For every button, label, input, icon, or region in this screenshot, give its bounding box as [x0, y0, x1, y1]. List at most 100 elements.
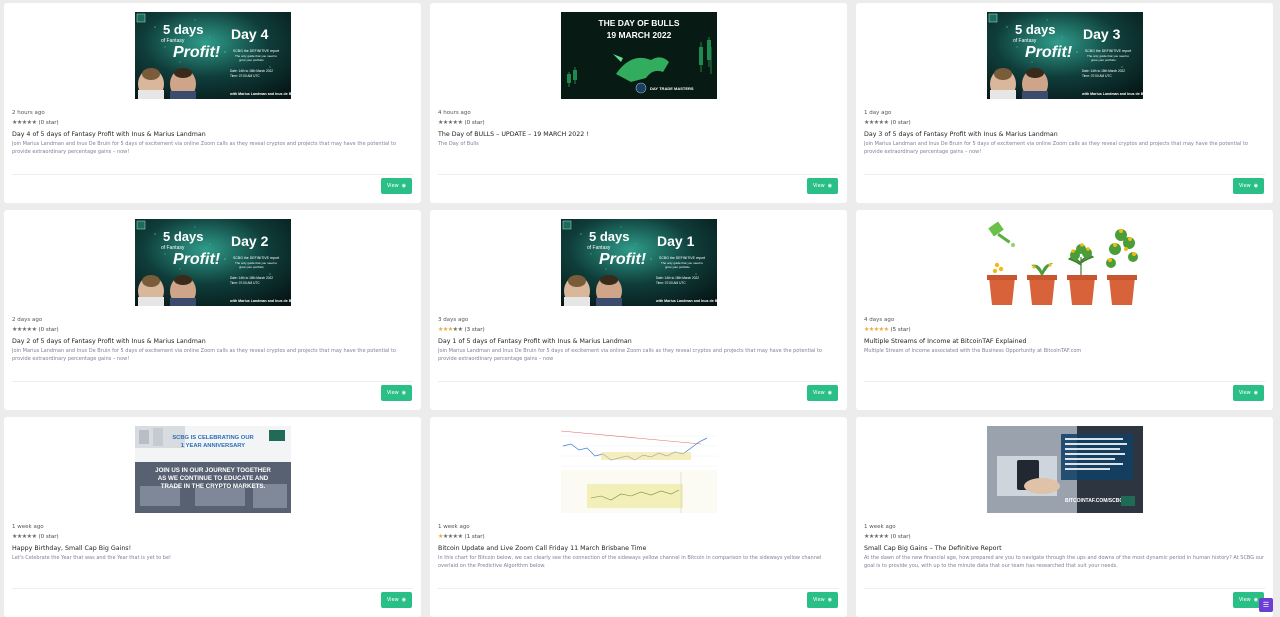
rating-count: (0 star) [464, 120, 485, 126]
article-title[interactable]: The Day of BULLS – UPDATE – 19 MARCH 202… [438, 129, 839, 140]
article-card: 5 days of Fantasy Profit! Day 3 SCBG the… [856, 3, 1273, 203]
posted-time: 4 days ago [864, 317, 895, 323]
view-button[interactable]: View ◉ [807, 592, 838, 608]
article-title[interactable]: Bitcoin Update and Live Zoom Call Friday… [438, 543, 839, 554]
article-card: 5 days of Fantasy Profit! Day 4 SCBG the… [4, 3, 421, 203]
article-description: Join Marius Landman and Inus De Bruin fo… [12, 141, 396, 155]
chat-icon: ☰ [1262, 601, 1270, 609]
svg-text:DAY TRADE MASTERS: DAY TRADE MASTERS [650, 86, 694, 91]
card-divider [864, 174, 1265, 175]
view-label: View [386, 597, 399, 603]
article-title[interactable]: Day 3 of 5 days of Fantasy Profit with I… [864, 129, 1265, 140]
star-icons: ★★★★★ [864, 532, 889, 542]
star-icon[interactable]: ★ [458, 119, 463, 126]
article-description: Join Marius Landman and Inus De Bruin fo… [438, 348, 822, 362]
article-thumbnail[interactable]: 5 days of Fantasy Profit! Day 4 SCBG the… [134, 12, 291, 99]
view-label: View [812, 183, 825, 189]
article-description: Join Marius Landman and Inus De Bruin fo… [12, 348, 396, 362]
view-button[interactable]: View ◉ [807, 178, 838, 194]
star-icons: ★★★★★ [438, 532, 463, 542]
article-card: 5 days of Fantasy Profit! Day 2 SCBG the… [4, 210, 421, 410]
svg-text:grow your portfolio: grow your portfolio [239, 265, 264, 269]
view-button[interactable]: View ◉ [381, 385, 412, 401]
article-thumbnail[interactable] [560, 426, 717, 513]
eye-icon: ◉ [1253, 183, 1259, 189]
view-label: View [386, 183, 399, 189]
svg-text:BITCOINTAF.COM/SCBG: BITCOINTAF.COM/SCBG [1065, 498, 1123, 504]
article-thumbnail[interactable]: 5 days of Fantasy Profit! Day 2 SCBG the… [134, 219, 291, 306]
article-title[interactable]: Happy Birthday, Small Cap Big Gains! [12, 543, 413, 554]
rating-count: (0 star) [38, 120, 59, 126]
rating-count: (3 star) [464, 327, 485, 333]
star-icon[interactable]: ★ [884, 326, 889, 333]
article-thumbnail[interactable]: THE DAY OF BULLS 19 MARCH 2022 DAY TRADE… [560, 12, 717, 99]
article-description: The Day of Bulls [438, 141, 479, 147]
star-rating: ★★★★★ (0 star) [12, 325, 413, 335]
article-thumbnail[interactable]: BITCOINTAF.COM/SCBG [986, 426, 1143, 513]
article-title[interactable]: Small Cap Big Gains – The Definitive Rep… [864, 543, 1265, 554]
article-thumbnail[interactable]: 5 days of Fantasy Profit! Day 3 SCBG the… [986, 12, 1143, 99]
chat-widget-button[interactable]: ☰ [1259, 598, 1273, 612]
article-title[interactable]: Day 1 of 5 days of Fantasy Profit with I… [438, 336, 839, 347]
article-title[interactable]: Day 4 of 5 days of Fantasy Profit with I… [12, 129, 413, 140]
eye-icon: ◉ [1253, 390, 1259, 396]
svg-text:Profit!: Profit! [173, 44, 221, 61]
svg-text:AS WE CONTINUE TO EDUCATE AND: AS WE CONTINUE TO EDUCATE AND [157, 475, 268, 482]
article-meta: 1 week ago ★★★★★ (1 star) Bitcoin Update… [438, 523, 839, 570]
star-icon[interactable]: ★ [32, 119, 37, 126]
fantasy-logo-text-5days: 5 days [1015, 22, 1055, 37]
article-meta: 1 day ago ★★★★★ (0 star) Day 3 of 5 days… [864, 109, 1265, 156]
article-thumbnail[interactable]: SCBG IS CELEBRATING OUR 1 YEAR ANNIVERSA… [134, 426, 291, 513]
article-title[interactable]: Multiple Streams of Income at BitcoinTAF… [864, 336, 1265, 347]
view-button[interactable]: View ◉ [381, 178, 412, 194]
svg-text:with Marius Landman and Inus d: with Marius Landman and Inus de Bruin [1081, 92, 1143, 96]
star-icon[interactable]: ★ [32, 326, 37, 333]
star-icon[interactable]: ★ [884, 119, 889, 126]
posted-time: 1 week ago [438, 524, 470, 530]
star-rating: ★★★★★ (3 star) [438, 325, 839, 335]
svg-text:Profit!: Profit! [599, 251, 647, 268]
article-thumbnail[interactable]: 5 days of Fantasy Profit! Day 1 SCBG the… [560, 219, 717, 306]
star-rating: ★★★★★ (0 star) [12, 532, 413, 542]
view-button[interactable]: View ◉ [807, 385, 838, 401]
day-label-text: Day 4 [231, 26, 269, 42]
fantasy-logo-text-5days: 5 days [589, 229, 629, 244]
svg-text:grow your portfolio: grow your portfolio [1091, 58, 1116, 62]
card-divider [12, 588, 413, 589]
star-icons: ★★★★★ [12, 118, 37, 128]
view-button[interactable]: View ◉ [1233, 178, 1264, 194]
posted-time: 4 hours ago [438, 110, 471, 116]
posted-time: 1 week ago [864, 524, 896, 530]
article-card: THE DAY OF BULLS 19 MARCH 2022 DAY TRADE… [430, 3, 847, 203]
rating-count: (5 star) [890, 327, 911, 333]
article-description: Multiple Stream of Income associated wit… [864, 348, 1082, 354]
star-icon[interactable]: ★ [458, 533, 463, 540]
article-meta: 2 hours ago ★★★★★ (0 star) Day 4 of 5 da… [12, 109, 413, 156]
rating-count: (1 star) [464, 534, 485, 540]
svg-text:Date: 14th to 18th March 2022: Date: 14th to 18th March 2022 [1082, 69, 1125, 73]
svg-text:with Marius Landman and Inus d: with Marius Landman and Inus de Bruin [655, 299, 717, 303]
star-icons: ★★★★★ [12, 532, 37, 542]
view-button[interactable]: View ◉ [1233, 385, 1264, 401]
star-rating: ★★★★★ (0 star) [438, 118, 839, 128]
article-meta: 1 week ago ★★★★★ (0 star) Happy Birthday… [12, 523, 413, 570]
eye-icon: ◉ [401, 183, 407, 189]
card-divider [438, 381, 839, 382]
article-meta: 4 days ago ★★★★★ (5 star) Multiple Strea… [864, 316, 1265, 363]
eye-icon: ◉ [401, 597, 407, 603]
star-rating: ★★★★★ (0 star) [12, 118, 413, 128]
view-button[interactable]: View ◉ [381, 592, 412, 608]
posted-time: 1 day ago [864, 110, 892, 116]
view-label: View [812, 390, 825, 396]
star-icon[interactable]: ★ [458, 326, 463, 333]
star-icons: ★★★★★ [864, 325, 889, 335]
article-description: In this chart for Bitcoin below, we can … [438, 555, 822, 569]
star-icon[interactable]: ★ [884, 533, 889, 540]
posted-time: 2 days ago [12, 317, 43, 323]
article-title[interactable]: Day 2 of 5 days of Fantasy Profit with I… [12, 336, 413, 347]
star-icon[interactable]: ★ [32, 533, 37, 540]
article-description: Join Marius Landman and Inus De Bruin fo… [864, 141, 1248, 155]
article-thumbnail[interactable] [986, 219, 1143, 306]
article-description: At the dawn of the new financial age, ho… [864, 555, 1265, 569]
view-label: View [1238, 390, 1251, 396]
